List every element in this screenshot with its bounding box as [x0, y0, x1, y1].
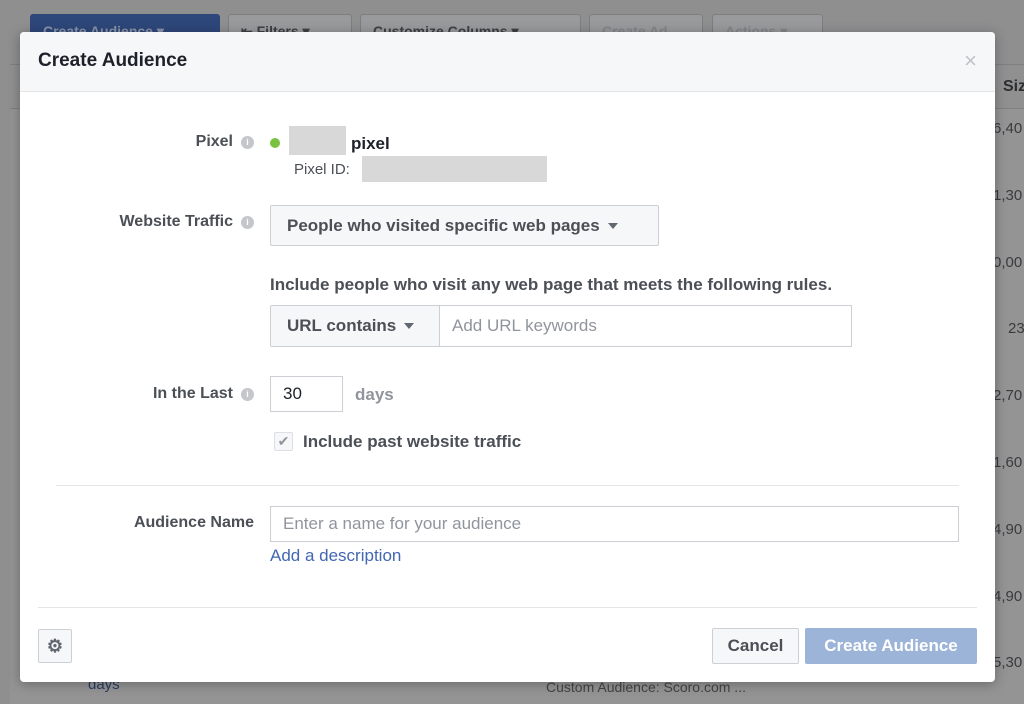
label: People who visited specific web pages	[287, 215, 600, 235]
pixel-name: pixel	[351, 134, 390, 153]
divider	[56, 485, 959, 486]
dialog-title: Create Audience	[38, 50, 188, 71]
create-audience-button[interactable]: Create Audience	[805, 628, 977, 664]
settings-gear-icon[interactable]: ⚙	[38, 629, 72, 663]
website-traffic-label: Website Traffic i	[119, 213, 254, 231]
url-keywords-input[interactable]	[439, 305, 852, 347]
label: Website Traffic	[119, 213, 233, 230]
caret-down-icon	[404, 323, 415, 329]
size-column-header: Siz	[1003, 78, 1024, 95]
info-icon[interactable]: i	[241, 387, 254, 401]
size-value: 6,40	[993, 120, 1023, 137]
label: URL contains	[287, 316, 397, 335]
cancel-button[interactable]: Cancel	[712, 628, 799, 664]
label: Pixel	[195, 133, 233, 150]
pixel-status-dot	[270, 138, 280, 148]
days-unit: days	[355, 385, 394, 404]
add-description-link[interactable]: Add a description	[270, 546, 401, 566]
in-the-last-label: In the Last i	[153, 385, 254, 403]
audience-name-label: Audience Name	[133, 514, 254, 531]
size-value: 23	[1008, 320, 1024, 338]
past-traffic-checkbox[interactable]: ✔	[274, 432, 293, 451]
redacted-pixel-id	[362, 156, 547, 182]
past-traffic-label: Include past website traffic	[303, 432, 522, 451]
size-value: 4,90	[993, 587, 1023, 605]
close-icon[interactable]: ×	[964, 48, 977, 74]
create-audience-dialog: Create Audience × Pixel i pixel Pixel ID:…	[20, 32, 995, 682]
rules-text: Include people who visit any web page th…	[270, 275, 833, 294]
pixel-label: Pixel i	[196, 133, 254, 151]
dialog-header: Create Audience ×	[20, 32, 995, 92]
pixel-id-label: Pixel ID:	[294, 161, 350, 178]
label: In the Last	[152, 385, 233, 402]
info-icon[interactable]: i	[241, 135, 254, 149]
audience-name-input[interactable]	[270, 506, 959, 542]
info-icon[interactable]: i	[241, 215, 254, 229]
size-value: 1,60	[993, 454, 1023, 471]
website-traffic-dropdown[interactable]: People who visited specific web pages	[270, 205, 659, 246]
days-input[interactable]	[270, 376, 343, 412]
caret-down-icon	[607, 222, 618, 229]
size-value: 0,00	[993, 253, 1023, 271]
size-value: 4,90	[993, 520, 1023, 538]
size-value: 2,70	[993, 387, 1023, 405]
redacted-pixel-name	[289, 126, 346, 155]
url-rule-dropdown[interactable]: URL contains	[270, 305, 440, 347]
size-value: 5,30	[993, 654, 1023, 672]
size-value: 1,30	[993, 186, 1023, 204]
footer-divider	[38, 607, 977, 608]
